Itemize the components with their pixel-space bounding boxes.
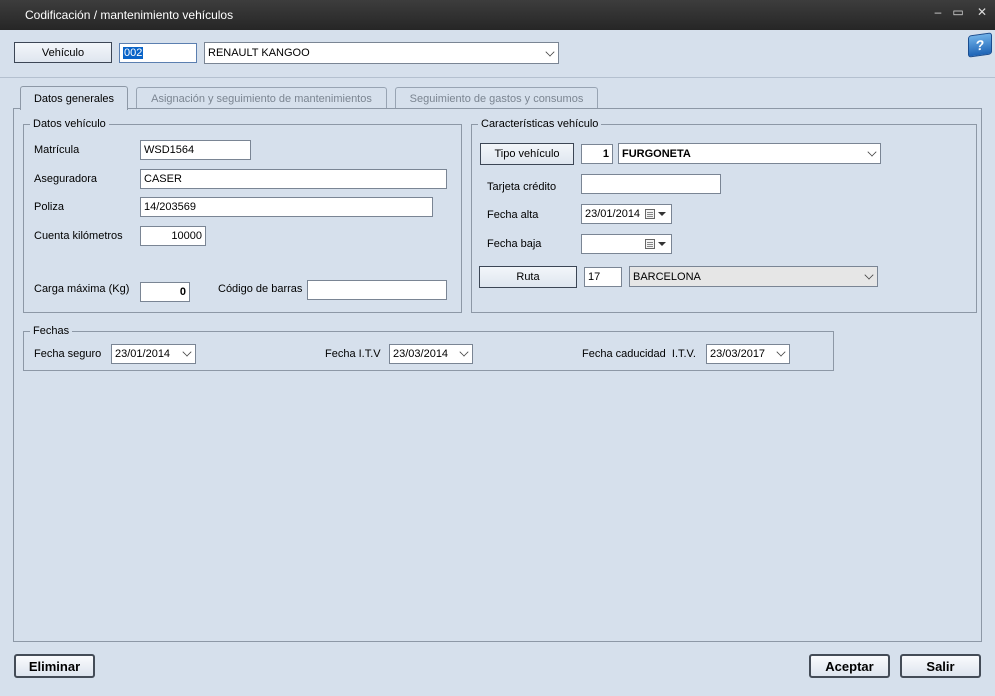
fecha-baja-label: Fecha baja: [487, 238, 542, 250]
carga-input[interactable]: 0: [140, 282, 190, 302]
tipo-vehiculo-button[interactable]: Tipo vehículo: [480, 143, 574, 165]
codigo-barras-input[interactable]: [307, 280, 447, 300]
fecha-itv-value: 23/03/2014: [393, 348, 449, 360]
chevron-down-icon: [864, 270, 874, 280]
tipo-name-combo[interactable]: FURGONETA: [618, 143, 881, 164]
km-input[interactable]: 10000: [140, 226, 206, 246]
dropdown-arrow-icon[interactable]: [658, 212, 666, 216]
title-bar: Codificación / mantenimiento vehículos –…: [0, 0, 995, 30]
help-icon[interactable]: ?: [968, 32, 992, 58]
fecha-caducidad-value: 23/03/2017: [710, 348, 766, 360]
poliza-label: Poliza: [34, 201, 64, 213]
matricula-input[interactable]: WSD1564: [140, 140, 251, 160]
caracteristicas-legend: Características vehículo: [478, 118, 602, 130]
chevron-down-icon: [867, 147, 877, 157]
vehicle-button[interactable]: Vehículo: [14, 42, 112, 63]
fecha-seguro-label: Fecha seguro: [34, 348, 102, 360]
fecha-itv-label: Fecha I.T.V: [325, 348, 381, 360]
chevron-down-icon: [545, 47, 555, 57]
tarjeta-label: Tarjeta crédito: [487, 181, 557, 193]
fecha-alta-label: Fecha alta: [487, 209, 539, 221]
tipo-name-value: FURGONETA: [622, 148, 691, 160]
fecha-caducidad-label: Fecha caducidad I.T.V.: [582, 348, 696, 360]
datos-vehiculo-legend: Datos vehículo: [30, 118, 109, 130]
ruta-name-combo[interactable]: BARCELONA: [629, 266, 878, 287]
fechas-legend: Fechas: [30, 325, 73, 337]
codigo-barras-label: Código de barras: [218, 283, 303, 295]
vehicle-code-input[interactable]: 002: [119, 43, 197, 63]
ruta-code-input[interactable]: 17: [584, 267, 622, 287]
poliza-input[interactable]: 14/203569: [140, 197, 433, 217]
close-icon[interactable]: ✕: [974, 5, 990, 19]
fecha-itv-combo[interactable]: 23/03/2014: [389, 344, 473, 364]
ruta-button[interactable]: Ruta: [479, 266, 577, 288]
vehicle-code-value: 002: [123, 47, 144, 59]
ruta-name-value: BARCELONA: [633, 271, 701, 283]
dropdown-arrow-icon[interactable]: [658, 242, 666, 246]
fecha-caducidad-combo[interactable]: 23/03/2017: [706, 344, 790, 364]
fecha-seguro-combo[interactable]: 23/01/2014: [111, 344, 196, 364]
window-title: Codificación / mantenimiento vehículos: [25, 8, 234, 22]
aceptar-button[interactable]: Aceptar: [809, 654, 890, 678]
calendar-icon[interactable]: [645, 239, 655, 249]
km-label: Cuenta kilómetros: [34, 230, 123, 242]
tab-gastos-consumos[interactable]: Seguimiento de gastos y consumos: [395, 87, 598, 109]
chevron-down-icon: [459, 347, 469, 357]
tab-mantenimientos[interactable]: Asignación y seguimiento de mantenimient…: [136, 87, 387, 109]
fecha-alta-value: 23/01/2014: [585, 208, 641, 220]
fecha-seguro-value: 23/01/2014: [115, 348, 171, 360]
aseguradora-input[interactable]: CASER: [140, 169, 447, 189]
carga-label: Carga máxima (Kg): [34, 283, 130, 295]
vehicle-name-combo[interactable]: RENAULT KANGOO: [204, 42, 559, 64]
eliminar-button[interactable]: Eliminar: [14, 654, 95, 678]
restore-icon[interactable]: ▭: [950, 5, 966, 19]
tab-datos-generales[interactable]: Datos generales: [20, 86, 128, 110]
salir-button[interactable]: Salir: [900, 654, 981, 678]
calendar-icon[interactable]: [645, 209, 655, 219]
tipo-code-input[interactable]: 1: [581, 144, 613, 164]
matricula-label: Matrícula: [34, 144, 80, 156]
chevron-down-icon: [776, 347, 786, 357]
tarjeta-input[interactable]: [581, 174, 721, 194]
minimize-icon[interactable]: –: [930, 5, 946, 19]
chevron-down-icon: [182, 347, 192, 357]
vehicle-name-value: RENAULT KANGOO: [208, 47, 310, 59]
aseguradora-label: Aseguradora: [34, 173, 97, 185]
